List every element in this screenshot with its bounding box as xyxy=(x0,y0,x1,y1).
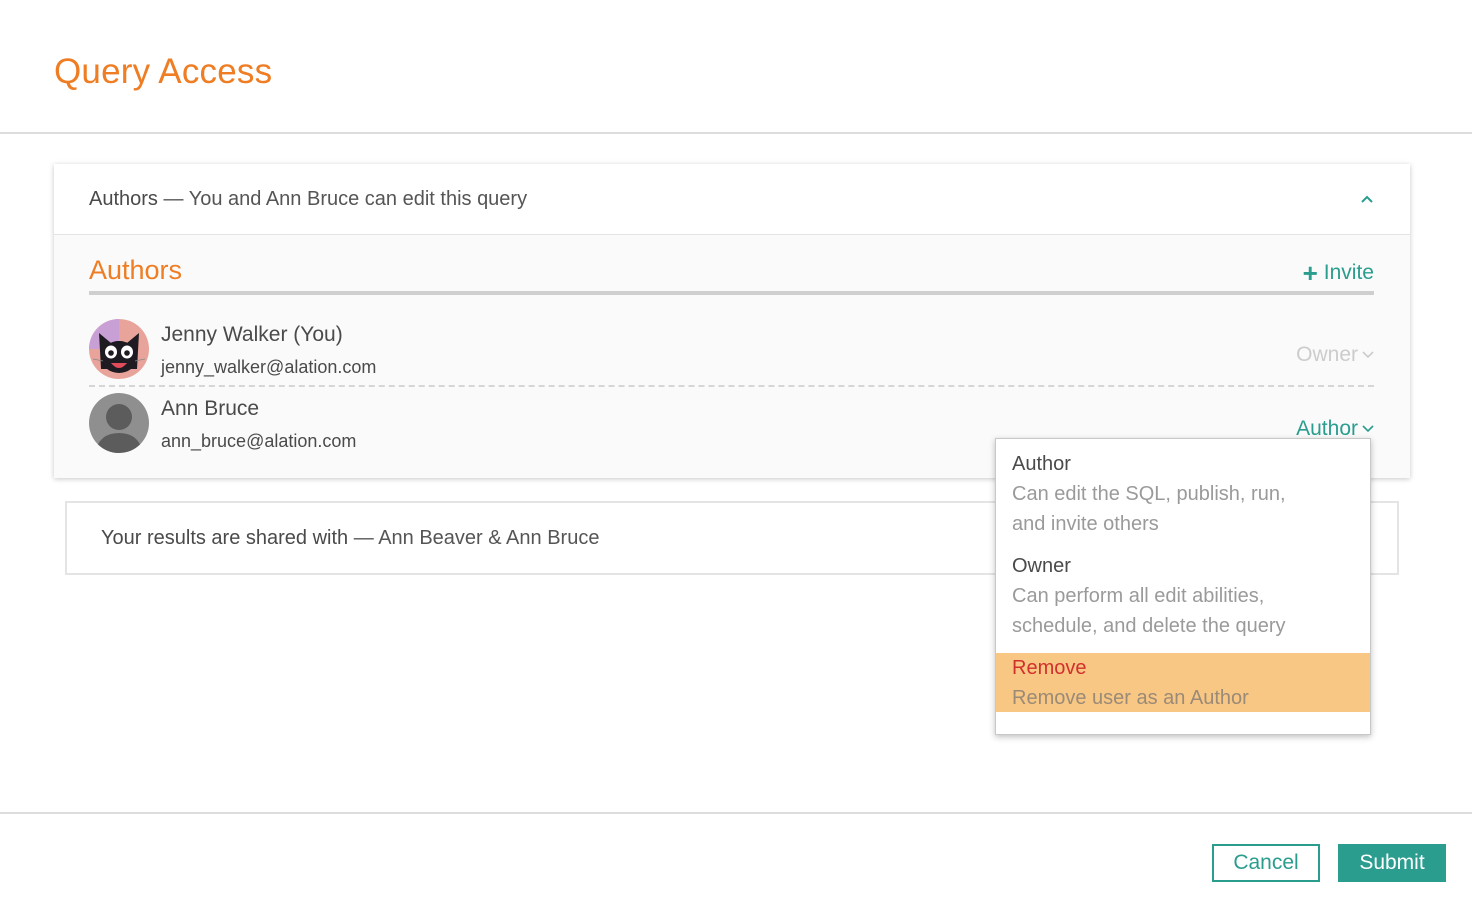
role-select-owner: Owner xyxy=(1296,343,1374,367)
user-email: ann_bruce@alation.com xyxy=(161,431,357,451)
role-dropdown-menu: Author Can edit the SQL, publish, run, a… xyxy=(995,438,1371,735)
authors-section-title: Authors xyxy=(89,255,183,285)
user-name: Jenny Walker (You) xyxy=(161,323,343,346)
menu-item-remove[interactable]: Remove Remove user as an Author xyxy=(996,653,1370,712)
menu-item-desc: Can edit the SQL, publish, run, xyxy=(1012,483,1286,505)
chevron-down-icon xyxy=(1362,425,1374,433)
user-name: Ann Bruce xyxy=(161,397,260,420)
cancel-button[interactable]: Cancel xyxy=(1212,844,1320,882)
invite-button[interactable]: + Invite xyxy=(1302,258,1374,288)
page-title: Query Access xyxy=(54,52,273,91)
submit-button[interactable]: Submit xyxy=(1338,844,1446,882)
menu-item-author[interactable]: Author Can edit the SQL, publish, run, a… xyxy=(996,449,1370,539)
chevron-down-icon xyxy=(1362,351,1374,359)
shared-sep: — xyxy=(348,527,379,549)
authors-header-detail: You and Ann Bruce can edit this query xyxy=(188,188,528,210)
shared-detail: Ann Beaver & Ann Bruce xyxy=(378,527,600,549)
authors-summary: Authors — You and Ann Bruce can edit thi… xyxy=(89,188,527,211)
role-label: Owner xyxy=(1296,343,1358,366)
avatar-cat xyxy=(89,319,149,379)
menu-item-title: Author xyxy=(1012,453,1071,475)
authors-card: Authors — You and Ann Bruce can edit thi… xyxy=(54,164,1410,478)
invite-label: Invite xyxy=(1323,261,1374,284)
section-rule xyxy=(89,291,1374,295)
shared-label: Your results are shared with xyxy=(101,527,349,549)
footer-divider xyxy=(0,812,1472,814)
menu-item-desc: Can perform all edit abilities, xyxy=(1012,585,1265,607)
menu-item-title: Remove xyxy=(1012,657,1087,679)
menu-item-title: Owner xyxy=(1012,555,1071,577)
shared-summary: Your results are shared with — Ann Beave… xyxy=(101,527,599,550)
menu-item-desc: schedule, and delete the query xyxy=(1012,615,1286,637)
user-row: Jenny Walker (You) jenny_walker@alation.… xyxy=(89,315,1374,387)
avatar-placeholder xyxy=(89,393,149,453)
authors-header-label: Authors xyxy=(89,188,158,210)
menu-item-desc: Remove user as an Author xyxy=(1012,687,1249,709)
menu-item-desc: and invite others xyxy=(1012,513,1159,535)
authors-header-sep: — xyxy=(157,188,189,210)
user-email: jenny_walker@alation.com xyxy=(161,357,377,377)
header-divider xyxy=(0,132,1472,134)
authors-card-header[interactable]: Authors — You and Ann Bruce can edit thi… xyxy=(54,164,1410,235)
chevron-up-icon[interactable] xyxy=(1358,192,1376,206)
plus-icon: + xyxy=(1302,258,1318,288)
menu-item-owner[interactable]: Owner Can perform all edit abilities, sc… xyxy=(996,551,1370,641)
